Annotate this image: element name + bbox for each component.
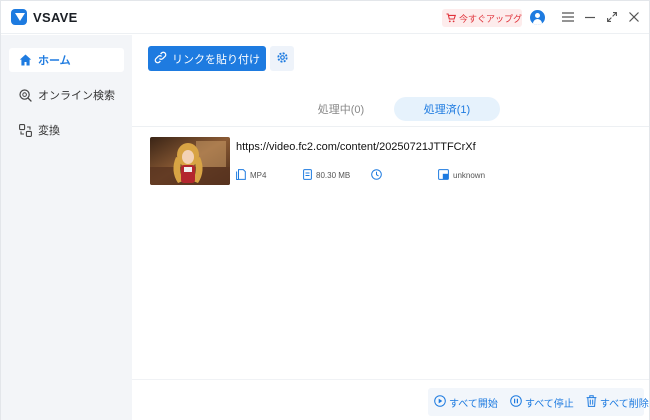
resolution-icon — [438, 169, 449, 182]
sidebar: ホーム オンライン検索 変換 — [1, 35, 132, 420]
format-value: MP4 — [250, 171, 267, 180]
cart-icon — [446, 13, 456, 23]
document-icon — [303, 169, 312, 182]
title-bar: VSAVE 今すぐアップグレード — [1, 1, 649, 34]
settings-button[interactable] — [270, 46, 294, 71]
app-window: VSAVE 今すぐアップグレード ホーム — [0, 0, 650, 420]
upgrade-label: 今すぐアップグレード — [459, 13, 522, 24]
duration-info — [371, 169, 386, 182]
list-item[interactable]: https://video.fc2.com/content/20250721JT… — [150, 137, 640, 187]
sidebar-item-label: ホーム — [38, 55, 71, 67]
tab-completed[interactable]: 処理済(1) — [394, 97, 500, 121]
resolution-value: unknown — [453, 171, 486, 180]
upgrade-button[interactable]: 今すぐアップグレード — [442, 9, 522, 27]
file-icon — [236, 169, 246, 182]
link-icon — [154, 51, 167, 67]
clock-icon — [371, 169, 382, 182]
gear-icon — [276, 51, 289, 67]
sidebar-item-convert[interactable]: 変換 — [9, 118, 124, 142]
sidebar-item-online-search[interactable]: オンライン検索 — [9, 83, 124, 107]
home-icon — [19, 54, 32, 66]
stop-all-label: すべて停止 — [524, 398, 574, 410]
sidebar-item-label: オンライン検索 — [38, 90, 115, 102]
video-url: https://video.fc2.com/content/20250721JT… — [236, 141, 476, 153]
pause-icon — [510, 394, 522, 410]
format-info: MP4 — [236, 169, 266, 182]
delete-all-button[interactable]: すべて削除 — [586, 394, 649, 410]
status-tabs: 処理中(0) 処理済(1) — [132, 97, 649, 123]
sidebar-item-label: 変換 — [38, 125, 60, 137]
vsave-logo-icon — [11, 9, 27, 25]
play-icon — [434, 394, 446, 410]
main-panel: リンクを貼り付け 処理中(0) 処理済(1) https://video.fc2… — [132, 35, 649, 420]
size-value: 80.30 MB — [316, 171, 351, 180]
search-icon — [19, 88, 32, 102]
trash-icon — [586, 394, 597, 410]
start-all-button[interactable]: すべて開始 — [434, 394, 498, 410]
size-info: 80.30 MB — [303, 169, 350, 182]
paste-link-label: リンクを貼り付け — [172, 53, 260, 66]
close-icon[interactable] — [627, 10, 641, 24]
convert-icon — [19, 123, 32, 137]
app-logo: VSAVE — [11, 9, 78, 25]
app-name: VSAVE — [33, 9, 78, 25]
divider — [132, 379, 649, 380]
start-all-label: すべて開始 — [449, 398, 498, 410]
minimize-icon[interactable] — [583, 10, 597, 24]
divider — [132, 126, 649, 127]
maximize-icon[interactable] — [605, 10, 619, 24]
delete-all-label: すべて削除 — [599, 398, 649, 410]
resolution-info: unknown — [438, 169, 485, 182]
bulk-actions: すべて開始 すべて停止 すべて削除 — [428, 388, 649, 416]
paste-link-button[interactable]: リンクを貼り付け — [148, 46, 266, 71]
stop-all-button[interactable]: すべて停止 — [510, 394, 574, 410]
menu-icon[interactable] — [561, 10, 575, 24]
video-thumbnail[interactable] — [150, 137, 230, 185]
tab-processing[interactable]: 処理中(0) — [303, 97, 379, 121]
account-icon[interactable] — [530, 10, 545, 25]
sidebar-item-home[interactable]: ホーム — [9, 48, 124, 72]
